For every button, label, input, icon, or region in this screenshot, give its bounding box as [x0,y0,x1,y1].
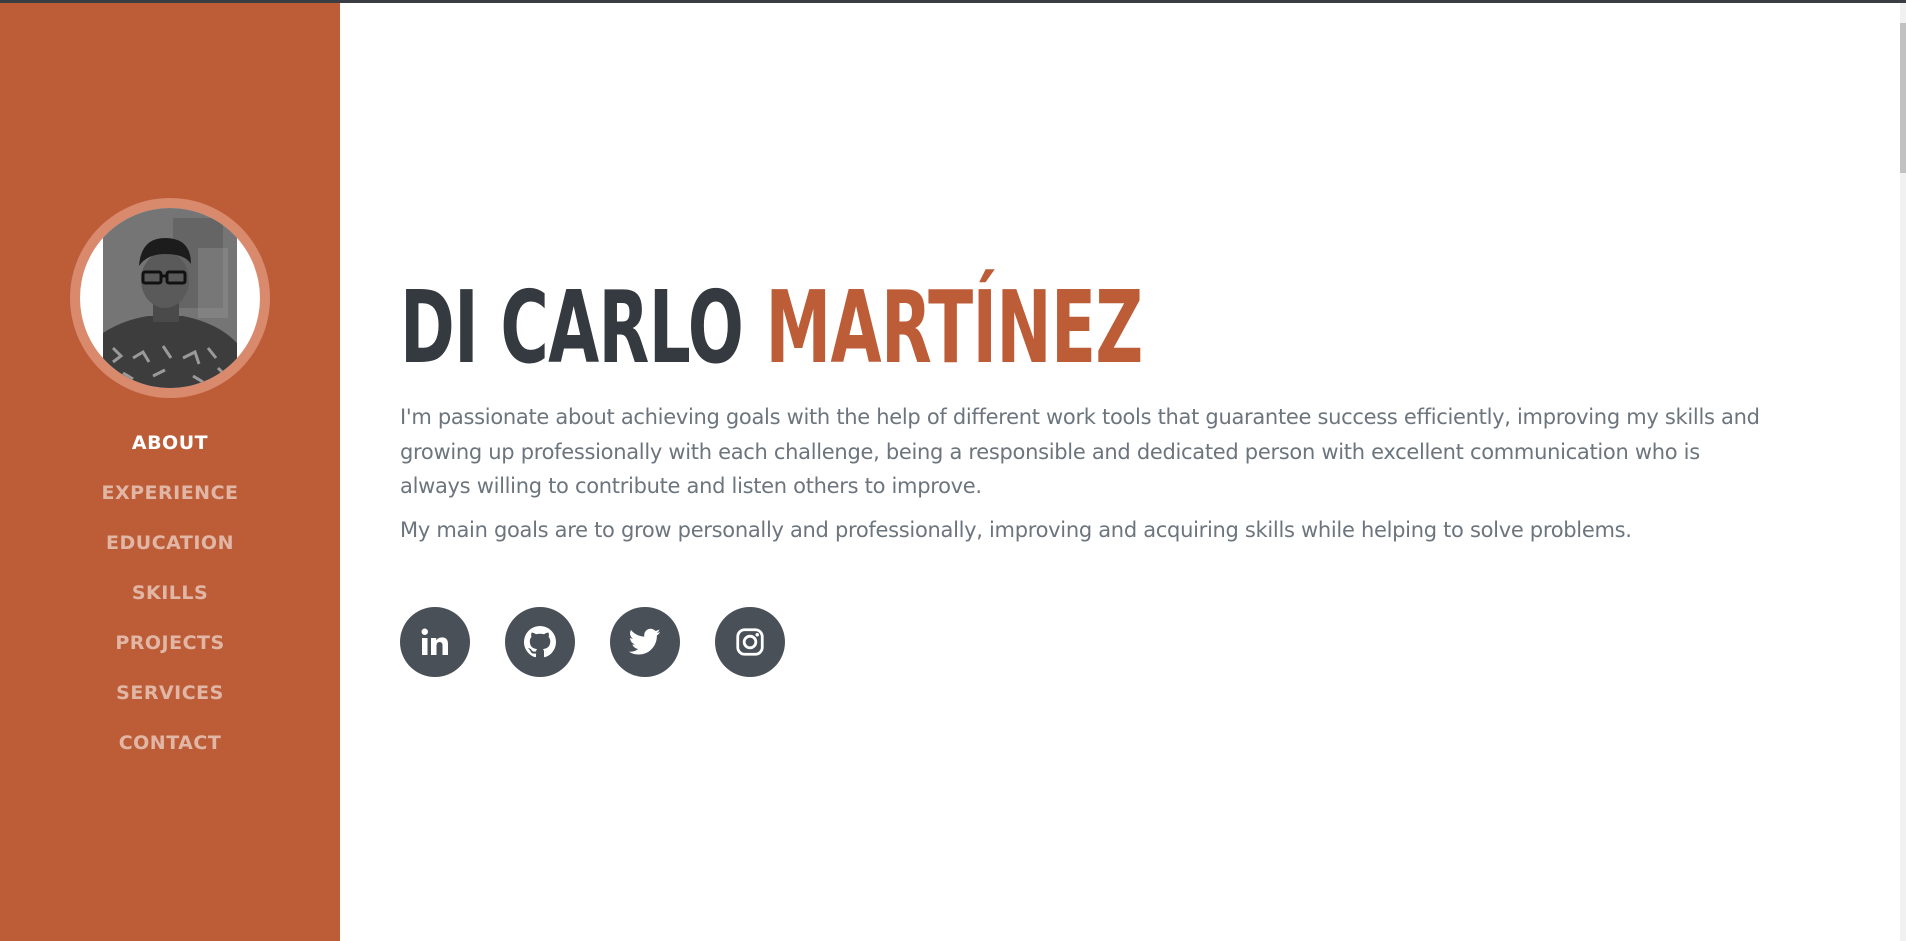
avatar-frame [80,208,260,388]
nav-item-skills[interactable]: SKILLS [0,568,340,618]
first-name: DI CARLO [400,269,744,386]
nav-item-experience[interactable]: EXPERIENCE [0,468,340,518]
github-button[interactable] [505,607,575,677]
instagram-icon [736,628,764,656]
twitter-button[interactable] [610,607,680,677]
window-top-border [0,0,1906,3]
profile-photo [103,208,237,388]
sidebar: ABOUT EXPERIENCE EDUCATION SKILLS PROJEC… [0,0,340,941]
sidebar-nav: ABOUT EXPERIENCE EDUCATION SKILLS PROJEC… [0,418,340,768]
github-icon [524,626,556,658]
nav-item-services[interactable]: SERVICES [0,668,340,718]
profile-name: DI CARLO MARTÍNEZ [400,270,1143,386]
nav-item-about[interactable]: ABOUT [0,418,340,468]
page-scrollbar[interactable] [1900,3,1906,941]
about-section: DI CARLO MARTÍNEZ I'm passionate about a… [400,0,1780,941]
nav-item-contact[interactable]: CONTACT [0,718,340,768]
linkedin-button[interactable] [400,607,470,677]
profile-goals: My main goals are to grow personally and… [400,518,1632,542]
scrollbar-thumb[interactable] [1900,23,1906,173]
profile-bio: I'm passionate about achieving goals wit… [400,405,1760,498]
last-name: MARTÍNEZ [765,269,1144,386]
avatar [70,198,270,398]
instagram-button[interactable] [715,607,785,677]
linkedin-icon [421,628,448,655]
twitter-icon [629,628,661,655]
nav-item-projects[interactable]: PROJECTS [0,618,340,668]
nav-item-education[interactable]: EDUCATION [0,518,340,568]
